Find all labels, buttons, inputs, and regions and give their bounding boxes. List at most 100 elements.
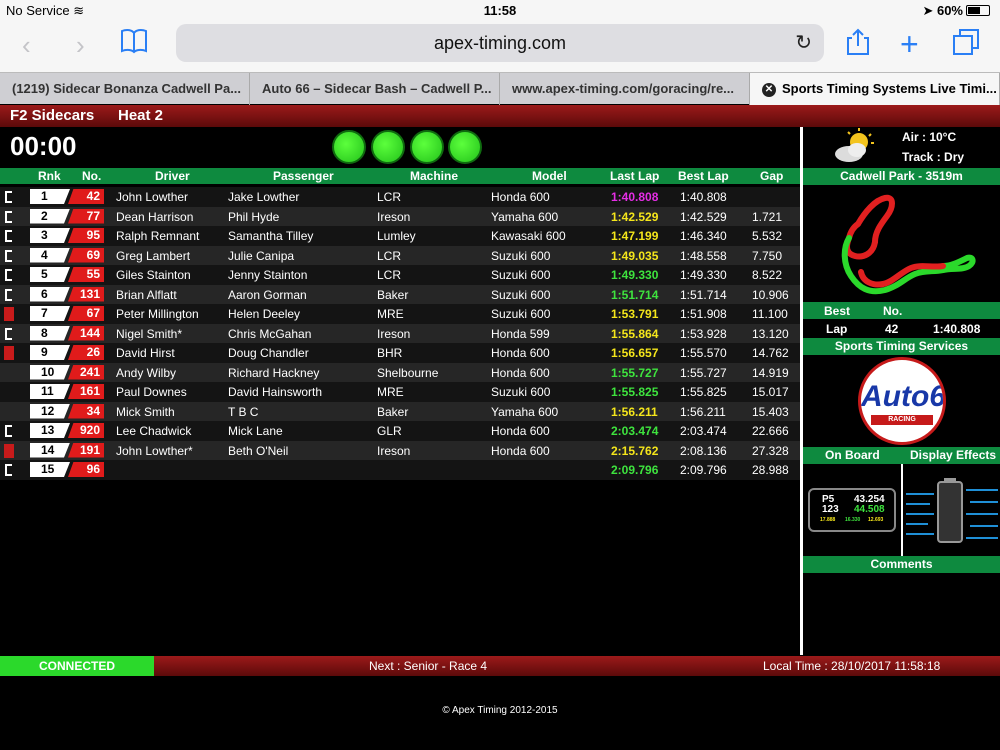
- machine-name: Baker: [377, 287, 409, 302]
- last-lap: 1:49.330: [611, 268, 659, 282]
- table-row[interactable]: 2 77 Dean Harrison Phil Hyde Ireson Yamaha 60…: [0, 206, 800, 226]
- display-effects-thumbnail[interactable]: [904, 470, 1000, 552]
- row-marker-icon: [5, 464, 12, 476]
- gap-value: 28.988: [752, 463, 789, 477]
- col-passenger: Passenger: [273, 169, 334, 183]
- onboard-split1: 17.888: [820, 517, 836, 523]
- rank-badge: 7: [30, 306, 70, 321]
- best-lap: 2:09.796: [680, 463, 727, 477]
- table-row[interactable]: 4 69 Greg Lambert Julie Canipa LCR Suzuki 600…: [0, 245, 800, 265]
- last-lap: 1:49.035: [611, 248, 659, 263]
- onboard-time2: 44.508: [854, 504, 885, 515]
- gap-value: 5.532: [752, 229, 783, 243]
- gap-value: 14.919: [752, 365, 789, 380]
- model-name: Kawasaki 600: [491, 229, 566, 243]
- url-text: apex-timing.com: [433, 33, 567, 53]
- bookmarks-icon[interactable]: [120, 28, 148, 61]
- url-bar[interactable]: apex-timing.com ↻: [176, 24, 824, 62]
- driver-name: Lee Chadwick: [116, 424, 192, 438]
- rank-badge: 1: [30, 189, 70, 204]
- share-icon[interactable]: [846, 28, 870, 63]
- tab-2[interactable]: Auto 66 – Sidecar Bash – Cadwell P...: [250, 73, 500, 105]
- gap-value: 8.522: [752, 268, 783, 282]
- table-row[interactable]: 3 95 Ralph Remnant Samantha Tilley Lumley Kaw…: [0, 226, 800, 246]
- race-heat: Heat 2: [118, 107, 164, 124]
- back-icon[interactable]: ‹: [22, 30, 31, 61]
- table-row[interactable]: 1 42 John Lowther Jake Lowther LCR Honda 600 1…: [0, 187, 800, 207]
- passenger-name: Julie Canipa: [228, 248, 295, 263]
- table-row[interactable]: 8 144 Nigel Smith* Chris McGahan Ireson Honda…: [0, 323, 800, 343]
- table-row[interactable]: 11 161 Paul Downes David Hainsworth MRE Suzuk…: [0, 382, 800, 402]
- last-lap: 1:55.864: [611, 326, 659, 341]
- comments-title[interactable]: Comments: [803, 556, 1000, 573]
- model-name: Honda 600: [491, 443, 550, 458]
- onboard-split3: 12.693: [868, 517, 884, 523]
- rank-badge: 3: [30, 228, 70, 243]
- table-row[interactable]: 14 191 John Lowther* Beth O'Neil Ireson Honda…: [0, 440, 800, 460]
- passenger-name: Doug Chandler: [228, 346, 309, 360]
- logo-text: Auto66: [861, 380, 946, 413]
- tab-3[interactable]: www.apex-timing.com/goracing/re...: [500, 73, 750, 105]
- model-name: Suzuki 600: [491, 287, 551, 302]
- model-name: Suzuki 600: [491, 268, 551, 282]
- driver-name: John Lowther: [116, 190, 189, 204]
- rank-badge: 14: [30, 442, 70, 458]
- driver-name: Nigel Smith*: [116, 326, 183, 341]
- close-tab-icon[interactable]: ✕: [762, 83, 776, 97]
- forward-icon[interactable]: ›: [76, 30, 85, 61]
- table-row[interactable]: 5 55 Giles Stainton Jenny Stainton LCR Suzuki…: [0, 265, 800, 285]
- battery-percent: 60%: [936, 3, 963, 18]
- tab-4-active[interactable]: ✕ Sports Timing Systems Live Timi...: [750, 73, 1000, 105]
- gap-value: 7.750: [752, 248, 783, 263]
- battery-icon: [966, 5, 990, 16]
- passenger-name: Jake Lowther: [228, 190, 300, 204]
- gap-value: 10.906: [752, 287, 789, 302]
- driver-name: Dean Harrison: [116, 209, 194, 224]
- table-row[interactable]: 12 34 Mick Smith T B C Baker Yamaha 600 1:56.2…: [0, 401, 800, 421]
- best-lap: 2:08.136: [680, 443, 727, 458]
- next-race: Next : Senior - Race 4: [369, 659, 488, 673]
- best-lap: 1:55.570: [680, 346, 727, 360]
- race-number-badge: 161: [68, 384, 104, 399]
- rank-badge: 2: [30, 208, 70, 224]
- connection-status: CONNECTED: [0, 656, 154, 676]
- model-name: Yamaha 600: [491, 209, 559, 224]
- best-lap-header: Best No.: [803, 302, 1000, 319]
- table-row[interactable]: 10 241 Andy Wilby Richard Hackney Shelbourne…: [0, 362, 800, 382]
- race-number-badge: 131: [68, 286, 104, 302]
- model-name: Suzuki 600: [491, 307, 551, 321]
- race-number-badge: 96: [68, 462, 104, 477]
- gap-value: 15.017: [752, 385, 789, 399]
- table-row[interactable]: 13 920 Lee Chadwick Mick Lane GLR Honda 600 2:…: [0, 421, 800, 441]
- machine-name: Lumley: [377, 229, 416, 243]
- table-row[interactable]: 7 67 Peter Millington Helen Deeley MRE Suzuki…: [0, 304, 800, 324]
- race-number-badge: 55: [68, 267, 104, 282]
- best-lap-label: Lap: [826, 322, 848, 336]
- table-row[interactable]: 9 26 David Hirst Doug Chandler BHR Honda 600 1…: [0, 343, 800, 363]
- driver-name: Andy Wilby: [116, 365, 177, 380]
- onboard-thumbnail[interactable]: P5 43.254 123 44.508 17.888 16.330 12.69…: [808, 488, 896, 532]
- passenger-name: T B C: [228, 404, 259, 419]
- tab-1[interactable]: (1219) Sidecar Bonanza Cadwell Pa...: [0, 73, 250, 105]
- sponsor-title: Sports Timing Services: [803, 338, 1000, 355]
- best-no-label: No.: [883, 304, 903, 318]
- driver-name: Paul Downes: [116, 385, 187, 399]
- tabs-overview-icon[interactable]: [952, 28, 980, 63]
- onboard-split2: 16.330: [845, 517, 861, 523]
- new-tab-icon[interactable]: +: [900, 26, 919, 63]
- last-lap: 1:56.657: [611, 346, 659, 360]
- best-lap: 1:55.825: [680, 385, 727, 399]
- weather-cloud-sun-icon: [833, 128, 877, 164]
- penalty-flag-icon: [4, 346, 14, 360]
- col-machine: Machine: [410, 169, 459, 183]
- reload-icon[interactable]: ↻: [795, 24, 812, 62]
- row-marker-icon: [5, 288, 12, 301]
- options-bar: On Board Display Effects: [803, 447, 1000, 464]
- race-number-badge: 241: [68, 364, 104, 380]
- best-lap: 1:42.529: [680, 209, 727, 224]
- rank-badge: 5: [30, 267, 70, 282]
- model-name: Honda 599: [491, 326, 550, 341]
- auto66-logo[interactable]: Auto66 RACING: [858, 357, 946, 445]
- table-row[interactable]: 6 131 Brian Alflatt Aaron Gorman Baker Suzuki…: [0, 284, 800, 304]
- table-row[interactable]: 15 96 2:09.796 28.988 2:09.796: [0, 460, 800, 480]
